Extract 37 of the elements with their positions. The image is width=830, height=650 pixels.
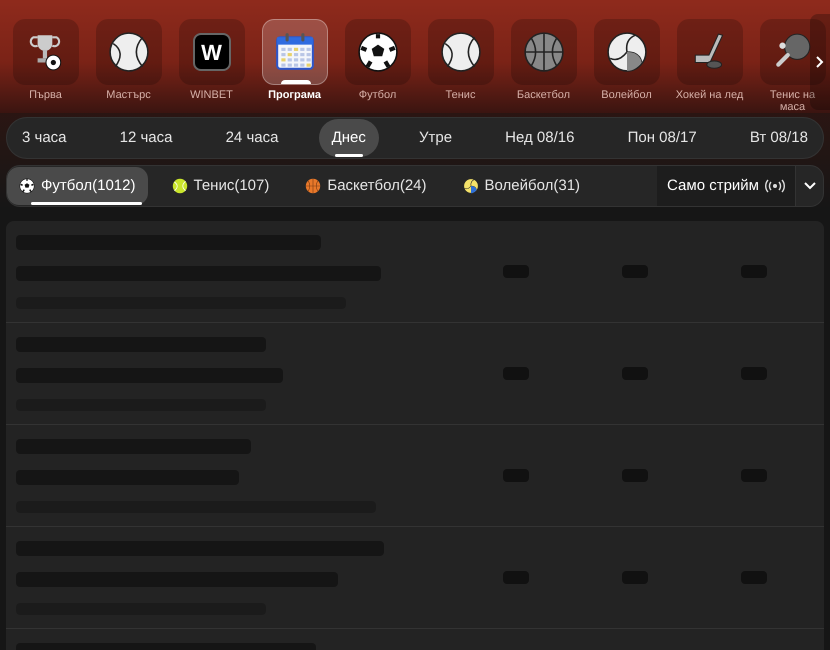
time-filter-tab[interactable]: Нед 08/16 [492, 119, 588, 157]
basketball-icon [522, 31, 564, 73]
category-tile[interactable]: Тенис [419, 0, 502, 113]
time-filter-tab[interactable]: 12 часа [106, 119, 186, 157]
chevron-right-icon [814, 55, 826, 69]
football-icon [19, 178, 35, 194]
time-filter-tab[interactable]: Вт 08/18 [736, 119, 821, 157]
chevron-down-icon [802, 181, 816, 191]
category-tile[interactable]: Волейбол [585, 0, 668, 113]
volleyball-icon [606, 31, 648, 73]
sport-filter-tab[interactable]: Баскетбол(24) [293, 167, 439, 205]
time-filter-tab[interactable]: Утре [406, 119, 466, 157]
time-filter-tab[interactable]: 24 часа [212, 119, 292, 157]
category-tile[interactable]: Баскетбол [502, 0, 585, 113]
calendar-icon [274, 31, 316, 73]
basketball-icon [305, 178, 322, 194]
broadcast-icon [765, 179, 785, 193]
volleyball-icon [462, 178, 479, 194]
tennis-ball-icon [108, 31, 150, 73]
sport-filter-tab[interactable]: Волейбол(31) [450, 167, 592, 205]
category-tile[interactable]: Тенис на маса [751, 0, 830, 113]
time-filter-tab[interactable]: 3 часа [9, 119, 80, 157]
category-tile[interactable]: Програма [253, 0, 336, 113]
sport-filter-tab[interactable]: Тенис(107) [160, 167, 282, 205]
tennis-ball-icon [440, 31, 482, 73]
stream-only-toggle[interactable]: Само стрийм [657, 166, 795, 206]
category-tile[interactable]: Футбол [336, 0, 419, 113]
tennis-ball-icon [172, 178, 188, 194]
category-tile[interactable]: Първа [4, 0, 87, 113]
category-tile[interactable]: Мастърс [87, 0, 170, 113]
category-tile[interactable]: Хокей на лед [668, 0, 751, 113]
time-filter-tab[interactable]: Пон 08/17 [614, 119, 710, 157]
time-filter-tab[interactable]: Днес [318, 119, 379, 157]
sport-filter-tab[interactable]: Футбол(1012) [7, 167, 148, 205]
football-icon [356, 31, 398, 73]
winbet-logo: W [192, 33, 230, 71]
category-tile[interactable]: W WINBET [170, 0, 253, 113]
